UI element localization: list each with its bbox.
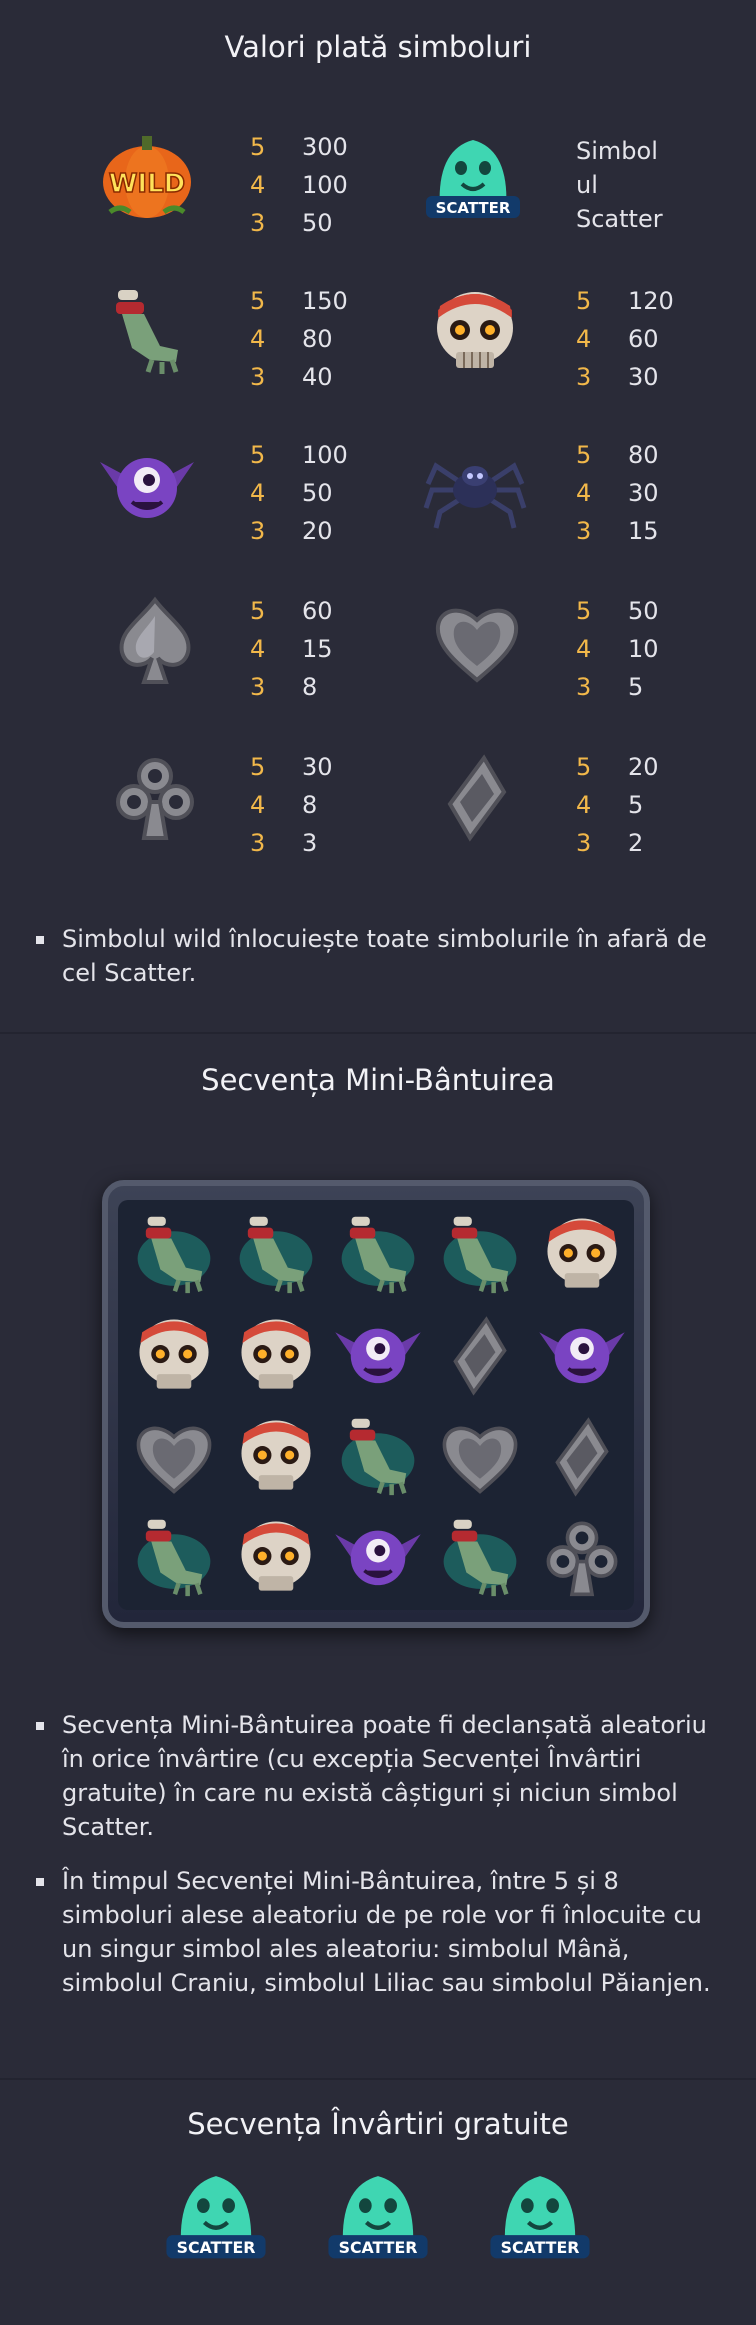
scatter-ghost-icon: SCATTER (418, 120, 528, 230)
spider-pays: 5 80 4 30 3 15 (576, 441, 659, 545)
mini-haunt-rule-2: În timpul Secvenței Mini-Bântuirea, într… (36, 1864, 726, 2000)
wild-pays: 5 300 4 100 3 50 (250, 133, 348, 237)
reel-cell-heart-icon (124, 1406, 224, 1506)
reel-cell-bat-icon (532, 1305, 632, 1405)
svg-text:SCATTER: SCATTER (501, 2238, 580, 2257)
spade-pays: 5 60 4 15 38 (250, 597, 333, 701)
reel-cell-bat-icon (328, 1305, 428, 1405)
mini-haunt-title: Secvența Mini-Bântuirea (201, 1063, 555, 1097)
bat-icon (92, 432, 202, 542)
svg-text:SCATTER: SCATTER (339, 2238, 418, 2257)
reel-cell-diamond-icon (430, 1305, 530, 1405)
bat-pays: 5 100 4 50 3 20 (250, 441, 348, 545)
scatter-ghost-icon: SCATTER (320, 2155, 436, 2271)
reel-cell-heart-icon (430, 1406, 530, 1506)
section-divider (0, 1032, 756, 1034)
reel-cell-hand-icon (430, 1204, 530, 1304)
heart-pays: 5 50 4 10 35 (576, 597, 659, 701)
paytable-title: Valori plată simboluri (224, 30, 532, 64)
reel-cell-hand-icon (124, 1507, 224, 1607)
wild-pumpkin-icon: WILD (92, 120, 202, 230)
section-divider (0, 2078, 756, 2080)
reel-cell-skull-icon (532, 1204, 632, 1304)
scatter-ghost-icon: SCATTER (482, 2155, 598, 2271)
spade-icon (100, 586, 210, 696)
reel-cell-club-icon (532, 1507, 632, 1607)
reel-cell-hand-icon (124, 1204, 224, 1304)
reel-cell-skull-icon (124, 1305, 224, 1405)
reel-cell-skull-icon (226, 1507, 326, 1607)
scatter-description: Simbol ul Scatter (576, 137, 663, 233)
zombie-hand-icon (92, 276, 202, 386)
reel-cell-diamond-icon (532, 1406, 632, 1506)
club-pays: 5 30 48 33 (250, 753, 333, 857)
diamond-icon (422, 742, 532, 852)
reel-cell-hand-icon (328, 1204, 428, 1304)
diamond-pays: 5 20 45 32 (576, 753, 659, 857)
skull-pays: 5 120 4 60 3 30 (576, 287, 674, 391)
zombie-hand-pays: 5 150 4 80 3 40 (250, 287, 348, 391)
mini-haunt-rule-1: Secvența Mini-Bântuirea poate fi declanș… (36, 1708, 726, 1844)
free-spins-title: Secvența Învârtiri gratuite (187, 2107, 569, 2141)
reel-cell-skull-icon (226, 1305, 326, 1405)
svg-text:SCATTER: SCATTER (177, 2238, 256, 2257)
reel-cell-hand-icon (430, 1507, 530, 1607)
skull-icon (420, 276, 530, 386)
wild-note: Simbolul wild înlocuiește toate simbolur… (36, 922, 726, 990)
scatter-ghost-icon: SCATTER (158, 2155, 274, 2271)
reel-cell-hand-icon (328, 1406, 428, 1506)
reel-cell-bat-icon (328, 1507, 428, 1607)
reels-preview (102, 1180, 650, 1628)
club-icon (100, 742, 210, 852)
reels-grid (118, 1200, 634, 1610)
svg-text:SCATTER: SCATTER (436, 199, 511, 217)
spider-icon (420, 432, 530, 542)
reel-cell-skull-icon (226, 1406, 326, 1506)
svg-text:WILD: WILD (109, 169, 186, 199)
heart-icon (422, 586, 532, 696)
reel-cell-hand-icon (226, 1204, 326, 1304)
